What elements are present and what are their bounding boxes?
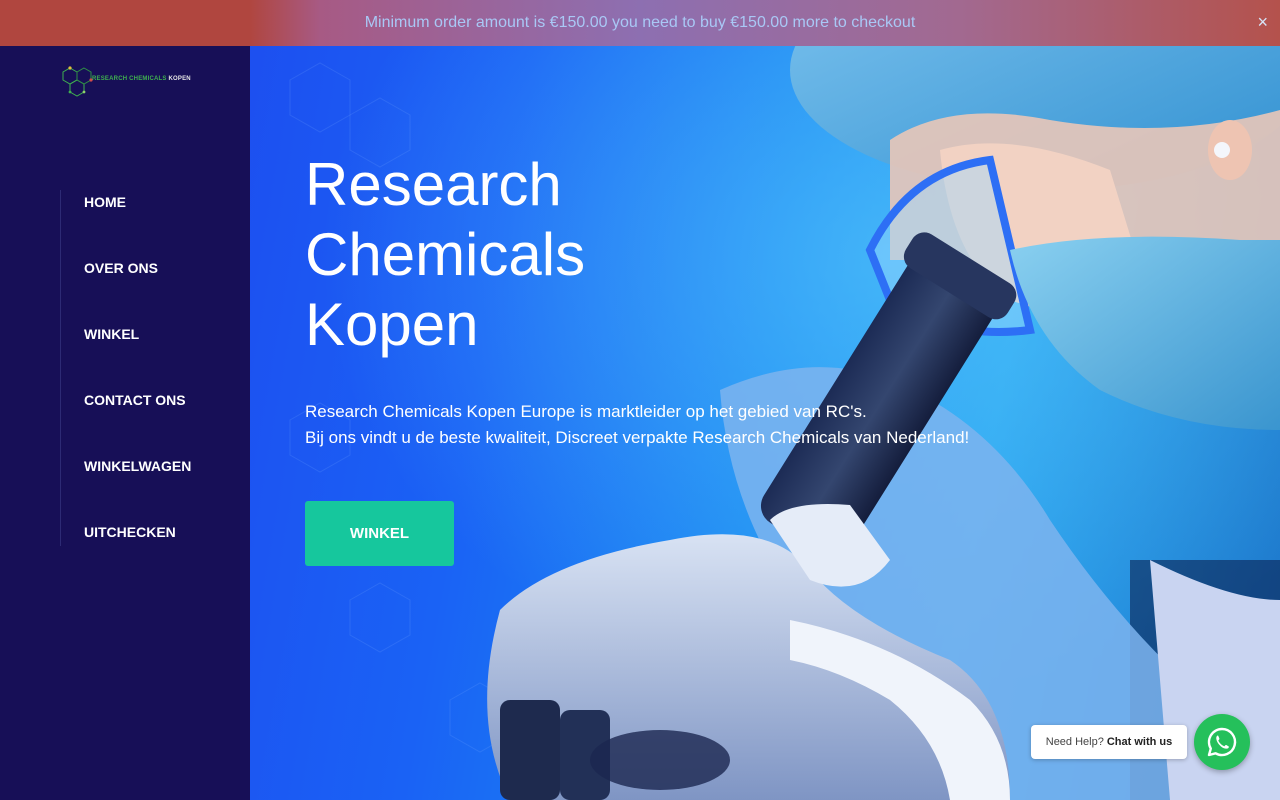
logo-text: RESEARCH CHEMICALS KOPEN [92,76,191,82]
whatsapp-icon [1207,727,1237,757]
hero-title: Research Chemicals Kopen [305,150,585,360]
site-logo[interactable]: RESEARCH CHEMICALS KOPEN [62,66,192,102]
notice-message: Minimum order amount is €150.00 you need… [364,14,916,31]
hero-description-line: Bij ons vindt u de beste kwaliteit, Disc… [305,428,970,447]
nav-item-winkelwagen[interactable]: WINKELWAGEN [61,454,191,520]
whatsapp-chat-button[interactable] [1194,714,1250,770]
hero-description: Research Chemicals Kopen Europe is markt… [305,399,969,451]
nav-item-over-ons[interactable]: OVER ONS [61,256,191,322]
hero-section: Research Chemicals Kopen Research Chemic… [250,0,1280,800]
nav-item-uitchecken[interactable]: UITCHECKEN [61,520,191,586]
molecule-icon [62,66,93,97]
nav-item-home[interactable]: HOME [61,190,191,256]
hero-description-line: Research Chemicals Kopen Europe is markt… [305,402,867,421]
hero-title-line: Research [305,151,562,218]
winkel-button[interactable]: WINKEL [305,501,454,566]
minimum-order-notice: Minimum order amount is €150.00 you need… [0,0,1280,46]
nav-item-winkel[interactable]: WINKEL [61,322,191,388]
hero-title-line: Chemicals [305,221,586,288]
close-icon[interactable]: × [1257,13,1268,31]
main-navigation: HOME OVER ONS WINKEL CONTACT ONS WINKELW… [60,190,191,546]
chat-action-text: Chat with us [1106,736,1173,748]
nav-item-contact-ons[interactable]: CONTACT ONS [61,388,191,454]
chat-prompt-bubble[interactable]: Need Help? Chat with us [1031,725,1187,759]
sidebar: RESEARCH CHEMICALS KOPEN HOME OVER ONS W… [0,46,250,800]
chat-prompt-text: Need Help? [1045,736,1104,748]
hero-title-line: Kopen [305,291,479,358]
